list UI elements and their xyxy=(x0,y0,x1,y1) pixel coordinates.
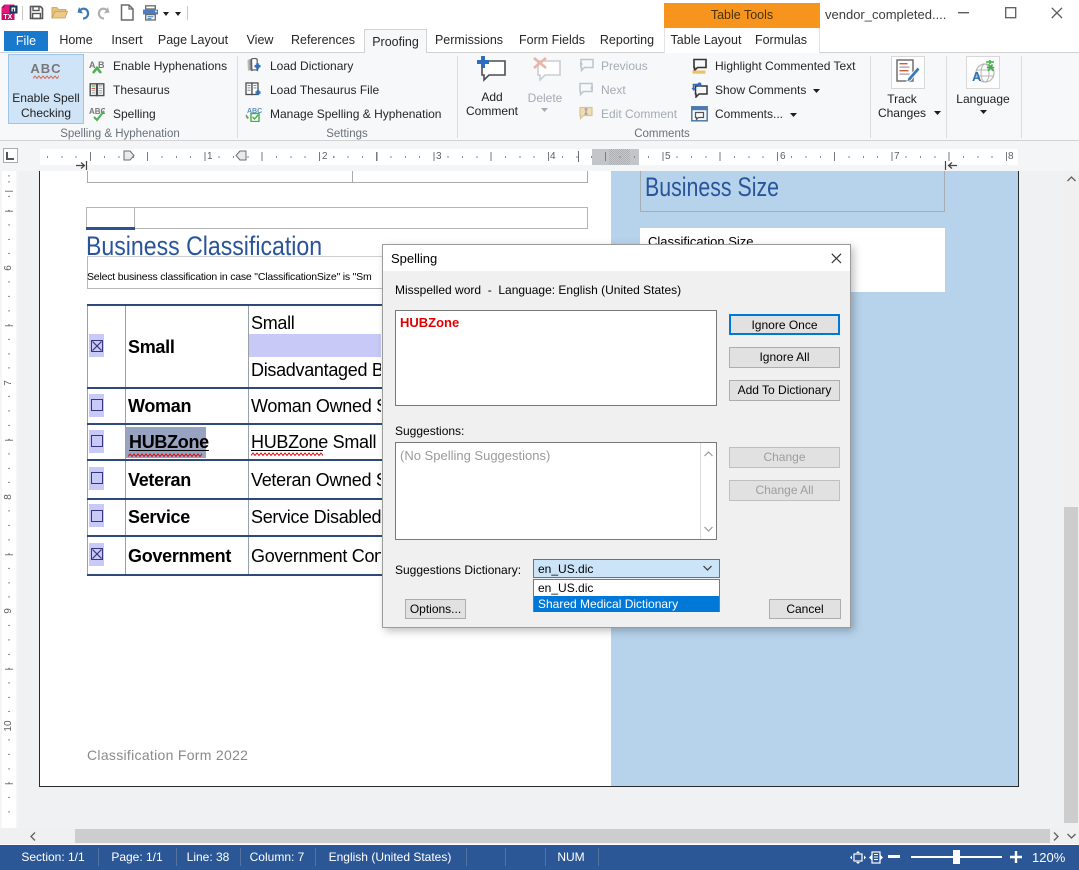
svg-text:A: A xyxy=(972,69,982,84)
svg-text:TX: TX xyxy=(3,14,12,21)
